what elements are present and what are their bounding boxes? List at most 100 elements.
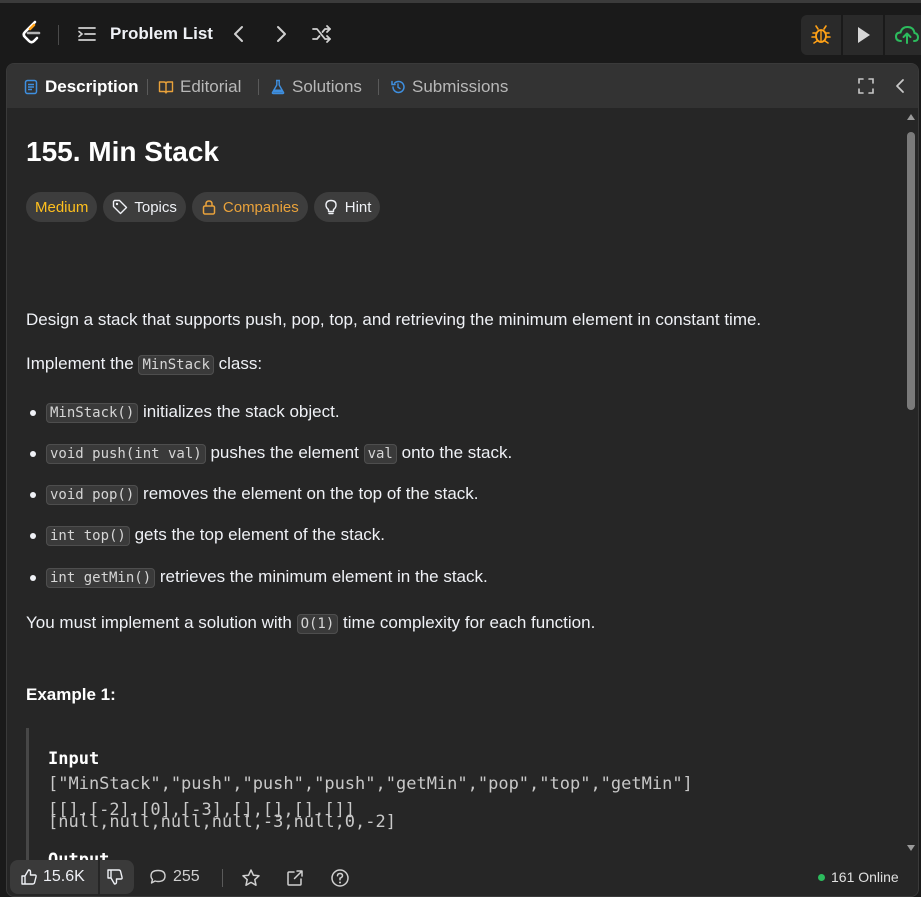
scroll-up-icon[interactable] xyxy=(906,112,916,122)
bottom-bar: 15.6K 255 161 Online xyxy=(7,860,918,896)
bullet xyxy=(30,451,36,457)
tag-pills: Medium Topics Companies Hint xyxy=(26,192,381,222)
divider xyxy=(58,25,59,45)
companies-button[interactable]: Companies xyxy=(191,192,308,222)
cloud-upload-icon xyxy=(894,25,920,44)
complexity-suffix: time complexity for each function. xyxy=(343,613,596,632)
tag-icon xyxy=(113,199,128,215)
bullet xyxy=(30,492,36,498)
scrollbar-thumb[interactable] xyxy=(907,132,915,410)
like-button[interactable]: 15.6K xyxy=(20,868,85,886)
tab-editorial[interactable]: Editorial xyxy=(158,76,241,98)
bullet xyxy=(30,575,36,581)
collapse-left-icon[interactable] xyxy=(891,77,909,95)
problem-title: 155. Min Stack xyxy=(26,136,219,167)
online-dot xyxy=(818,873,825,881)
inline-code: int top() xyxy=(46,526,130,546)
list-icon[interactable] xyxy=(76,23,98,45)
example-block-border xyxy=(26,728,29,868)
play-icon xyxy=(858,27,870,43)
shuffle-icon[interactable] xyxy=(311,23,333,45)
thumbs-up-icon xyxy=(21,869,37,885)
likes-count: 15.6K xyxy=(43,868,85,885)
share-icon[interactable] xyxy=(285,868,305,888)
difficulty-label: Medium xyxy=(35,198,89,216)
inline-code: MinStack xyxy=(138,355,214,375)
hint-label: Hint xyxy=(344,198,372,216)
online-count: 161 Online xyxy=(831,869,899,885)
run-button[interactable] xyxy=(843,15,883,55)
inline-code: int getMin() xyxy=(46,568,156,588)
list-item-text: onto the stack. xyxy=(401,443,513,462)
lightbulb-icon xyxy=(325,199,337,215)
tab-description[interactable]: Description xyxy=(23,76,139,98)
list-item: int top() gets the top element of the st… xyxy=(46,525,386,546)
tab-solutions[interactable]: Solutions xyxy=(270,76,362,98)
thumbs-down-icon[interactable] xyxy=(106,868,124,886)
list-item-text: retrieves the minimum element in the sta… xyxy=(159,567,488,586)
expand-icon[interactable] xyxy=(857,77,875,95)
lock-icon xyxy=(202,200,216,215)
tab-solutions-label: Solutions xyxy=(292,77,362,96)
book-icon xyxy=(158,81,174,94)
topics-button[interactable]: Topics xyxy=(103,192,186,222)
divider xyxy=(147,79,148,95)
tab-submissions-label: Submissions xyxy=(412,77,509,96)
bullet xyxy=(30,410,36,416)
hint-button[interactable]: Hint xyxy=(313,192,381,222)
inline-code: O(1) xyxy=(296,614,339,634)
list-item: MinStack() initializes the stack object. xyxy=(46,402,340,423)
example-output-line: [null,null,null,null,-3,null,0,-2] xyxy=(48,812,396,832)
inline-code: void pop() xyxy=(46,485,139,505)
top-bar: Problem List xyxy=(0,0,921,62)
help-icon[interactable] xyxy=(330,868,350,888)
history-icon xyxy=(391,80,405,94)
implement-prefix: Implement the xyxy=(26,354,134,373)
inline-code: val xyxy=(363,444,397,464)
difficulty-badge: Medium xyxy=(26,192,98,222)
topics-label: Topics xyxy=(134,198,177,216)
complexity-prefix: You must implement a solution with xyxy=(26,613,292,632)
list-item-text: gets the top element of the stack. xyxy=(134,525,386,544)
list-item-text: initializes the stack object. xyxy=(143,402,340,421)
chevron-right-icon[interactable] xyxy=(270,23,292,45)
inline-code: MinStack() xyxy=(46,403,139,423)
example-input-line: ["MinStack","push","push","push","getMin… xyxy=(48,774,693,794)
divider xyxy=(378,79,379,95)
example-input-label: Input xyxy=(48,749,100,769)
inline-code: void push(int val) xyxy=(46,444,206,464)
vote-box: 15.6K xyxy=(10,860,134,894)
problem-intro: Design a stack that supports push, pop, … xyxy=(26,310,762,329)
tab-description-label: Description xyxy=(45,77,139,96)
star-icon[interactable] xyxy=(241,868,261,888)
companies-label: Companies xyxy=(222,198,299,216)
flask-icon xyxy=(271,79,285,95)
run-controls xyxy=(801,15,921,55)
divider xyxy=(98,860,100,894)
implement-paragraph: Implement the MinStack class: xyxy=(26,354,263,375)
divider xyxy=(222,869,223,887)
list-item-text: removes the element on the top of the st… xyxy=(143,484,479,503)
list-item: int getMin() retrieves the minimum eleme… xyxy=(46,567,488,588)
submit-button[interactable] xyxy=(885,15,921,55)
tab-editorial-label: Editorial xyxy=(180,77,242,96)
scrollbar[interactable] xyxy=(904,112,918,860)
scroll-down-icon[interactable] xyxy=(906,843,916,853)
comment-icon xyxy=(150,869,166,884)
comments-button[interactable]: 255 xyxy=(149,868,200,886)
tab-bar: Description Editorial Solutions Submissi… xyxy=(7,64,918,108)
tab-submissions[interactable]: Submissions xyxy=(390,76,508,98)
divider xyxy=(258,79,259,95)
list-item: void pop() removes the element on the to… xyxy=(46,484,479,505)
leetcode-logo[interactable] xyxy=(18,19,46,47)
list-item-text: pushes the element xyxy=(210,443,359,462)
problem-list-link[interactable]: Problem List xyxy=(110,24,213,44)
online-status: 161 Online xyxy=(818,869,899,885)
chevron-left-icon[interactable] xyxy=(228,23,250,45)
implement-suffix: class: xyxy=(218,354,263,373)
document-icon xyxy=(24,79,38,95)
problem-content: 155. Min Stack Medium Topics Companies H… xyxy=(26,108,906,868)
debug-icon xyxy=(811,25,831,44)
debug-button[interactable] xyxy=(801,15,841,55)
complexity-paragraph: You must implement a solution with O(1) … xyxy=(26,613,596,634)
